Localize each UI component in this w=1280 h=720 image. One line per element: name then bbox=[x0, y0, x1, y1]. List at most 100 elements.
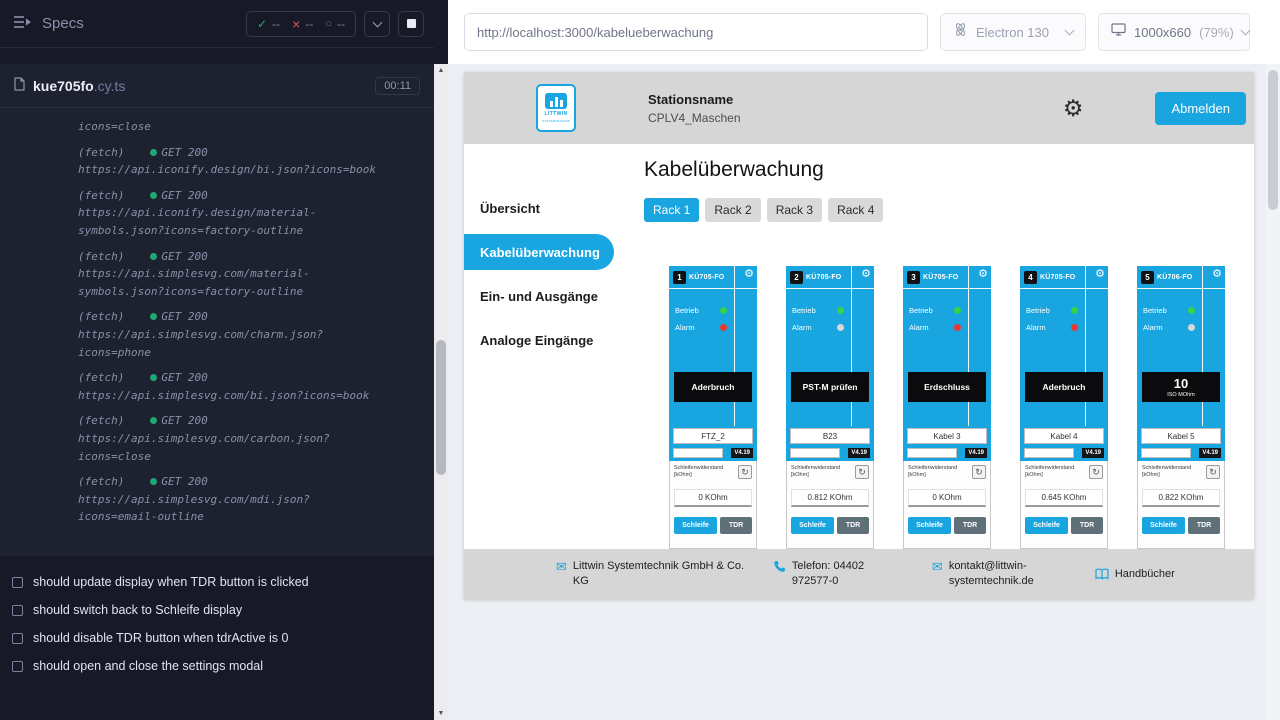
sidebar-item-kabelueberwachung[interactable]: Kabelüberwachung bbox=[464, 234, 614, 270]
device-settings-icon[interactable]: ⚙ bbox=[978, 269, 988, 280]
refresh-icon[interactable]: ↻ bbox=[1089, 465, 1103, 479]
alarm-label: Alarm bbox=[1143, 323, 1163, 332]
sidebar-item-analoge-eingaenge[interactable]: Analoge Eingänge bbox=[464, 318, 628, 362]
spec-file-row[interactable]: kue705fo.cy.ts 00:11 bbox=[0, 64, 434, 108]
schleife-button[interactable]: Schleife bbox=[1025, 517, 1068, 534]
betrieb-status-dot bbox=[954, 307, 961, 314]
schleife-button[interactable]: Schleife bbox=[908, 517, 951, 534]
refresh-icon[interactable]: ↻ bbox=[855, 465, 869, 479]
viewport-zoom: (79%) bbox=[1199, 25, 1234, 40]
scrollbar-track[interactable] bbox=[1266, 64, 1280, 720]
betrieb-label: Betrieb bbox=[792, 306, 816, 315]
device-display: 3 KÜ705-FO ⚙ Betrieb Alarm Erdschluss Ka… bbox=[903, 266, 991, 461]
refresh-icon[interactable]: ↻ bbox=[972, 465, 986, 479]
scroll-down-icon[interactable]: ▼ bbox=[434, 710, 448, 717]
device-settings-icon[interactable]: ⚙ bbox=[744, 269, 754, 280]
refresh-icon[interactable]: ↻ bbox=[1206, 465, 1220, 479]
device-settings-icon[interactable]: ⚙ bbox=[1095, 269, 1105, 280]
settings-gear-icon[interactable]: ⚙ bbox=[1063, 97, 1084, 120]
test-state-icon bbox=[12, 633, 23, 644]
device-settings-icon[interactable]: ⚙ bbox=[1212, 269, 1222, 280]
footer-company-link[interactable]: ✉ Littwin Systemtechnik GmbH & Co. KG bbox=[556, 559, 745, 589]
cable-name-field[interactable]: FTZ_2 bbox=[673, 428, 753, 444]
test-item[interactable]: should disable TDR button when tdrActive… bbox=[12, 624, 422, 652]
device-card: 5 KÜ706-FO ⚙ Betrieb Alarm 10 ISO MOhm K… bbox=[1137, 266, 1225, 549]
cable-name-field[interactable]: Kabel 3 bbox=[907, 428, 987, 444]
sidebar-item-uebersicht[interactable]: Übersicht bbox=[464, 186, 628, 230]
aut-viewport: LITTWIN SYSTEMTECHNIK Stationsname CPLV4… bbox=[448, 64, 1266, 720]
tdr-button[interactable]: TDR bbox=[1188, 517, 1220, 534]
betrieb-status-dot bbox=[720, 307, 727, 314]
alarm-status-dot bbox=[1188, 324, 1195, 331]
stop-button[interactable] bbox=[398, 11, 424, 37]
alarm-label: Alarm bbox=[675, 323, 695, 332]
alarm-label: Alarm bbox=[792, 323, 812, 332]
cable-name-field[interactable]: Kabel 5 bbox=[1141, 428, 1221, 444]
tab-rack-4[interactable]: Rack 4 bbox=[828, 198, 883, 222]
footer-manuals-link[interactable]: Handbücher bbox=[1095, 567, 1175, 582]
scrollbar-track[interactable]: ▲ ▼ bbox=[434, 64, 448, 720]
schleife-button[interactable]: Schleife bbox=[791, 517, 834, 534]
network-log-entry[interactable]: (fetch)GET 200 https://api.iconify.desig… bbox=[78, 187, 376, 240]
cable-name-field[interactable]: Kabel 4 bbox=[1024, 428, 1104, 444]
network-log-entry[interactable]: (fetch)GET 200 https://api.simplesvg.com… bbox=[78, 369, 376, 404]
test-item[interactable]: should switch back to Schleife display bbox=[12, 596, 422, 624]
device-settings-icon[interactable]: ⚙ bbox=[861, 269, 871, 280]
panel-scrollbar: ▲ ▼ bbox=[434, 0, 448, 720]
device-model-label: KÜ705-FO bbox=[1040, 274, 1075, 281]
tdr-button[interactable]: TDR bbox=[1071, 517, 1103, 534]
phone-icon bbox=[773, 560, 786, 573]
scrollbar-thumb[interactable] bbox=[436, 340, 446, 475]
network-log-entry[interactable]: (fetch)GET 200 https://api.simplesvg.com… bbox=[78, 473, 376, 526]
tdr-button[interactable]: TDR bbox=[837, 517, 869, 534]
tdr-button[interactable]: TDR bbox=[720, 517, 752, 534]
test-state-icon bbox=[12, 577, 23, 588]
cable-name-field[interactable]: B23 bbox=[790, 428, 870, 444]
network-log-entry[interactable]: (fetch)GET 200 https://api.simplesvg.com… bbox=[78, 248, 376, 301]
alarm-status-dot bbox=[720, 324, 727, 331]
blank-field bbox=[1024, 448, 1074, 458]
measurement-label: Schleifenwiderstand [kOhm] bbox=[674, 465, 730, 480]
success-dot-icon bbox=[150, 313, 157, 320]
device-display: 5 KÜ706-FO ⚙ Betrieb Alarm 10 ISO MOhm K… bbox=[1137, 266, 1225, 461]
logout-button[interactable]: Abmelden bbox=[1155, 92, 1246, 125]
blank-field bbox=[1141, 448, 1191, 458]
device-model-label: KÜ706-FO bbox=[1157, 274, 1192, 281]
footer-email-link[interactable]: ✉ kontakt@littwin-systemtechnik.de bbox=[932, 559, 1067, 589]
browser-toolbar: Electron 130 1000x660 (79%) bbox=[448, 0, 1280, 64]
device-status-display: Erdschluss bbox=[908, 372, 986, 402]
refresh-icon[interactable]: ↻ bbox=[738, 465, 752, 479]
tab-rack-2[interactable]: Rack 2 bbox=[705, 198, 760, 222]
specs-menu-icon[interactable] bbox=[14, 15, 32, 33]
device-status-display: Aderbruch bbox=[1025, 372, 1103, 402]
network-log-entry[interactable]: (fetch)GET 200 https://api.simplesvg.com… bbox=[78, 412, 376, 465]
tab-rack-3[interactable]: Rack 3 bbox=[767, 198, 822, 222]
scroll-up-icon[interactable]: ▲ bbox=[434, 67, 448, 74]
schleife-button[interactable]: Schleife bbox=[1142, 517, 1185, 534]
footer-phone-link[interactable]: Telefon: 04402 972577-0 bbox=[773, 559, 904, 589]
betrieb-label: Betrieb bbox=[675, 306, 699, 315]
blank-field bbox=[790, 448, 840, 458]
page-scrollbar bbox=[1266, 0, 1280, 720]
tab-rack-1[interactable]: Rack 1 bbox=[644, 198, 699, 222]
specs-label: Specs bbox=[42, 15, 84, 32]
scrollbar-thumb[interactable] bbox=[1268, 70, 1278, 210]
collapse-button[interactable] bbox=[364, 11, 390, 37]
viewport-select[interactable]: 1000x660 (79%) bbox=[1098, 13, 1250, 51]
device-display: 1 KÜ705-FO ⚙ Betrieb Alarm Aderbruch FTZ… bbox=[669, 266, 757, 461]
network-log-entry[interactable]: (fetch)GET 200 https://api.simplesvg.com… bbox=[78, 308, 376, 361]
log-url-tail[interactable]: icons=close bbox=[78, 118, 376, 136]
test-item[interactable]: should update display when TDR button is… bbox=[12, 568, 422, 596]
cypress-header: Specs ✓-- ×-- ○-- bbox=[0, 0, 434, 48]
sidebar-item-ein-und-ausgaenge[interactable]: Ein- und Ausgänge bbox=[464, 274, 628, 318]
test-state-icon bbox=[12, 661, 23, 672]
test-item[interactable]: should open and close the settings modal bbox=[12, 652, 422, 680]
url-input[interactable] bbox=[464, 13, 928, 51]
measurement-label: Schleifenwiderstand [kOhm] bbox=[1142, 465, 1198, 480]
schleife-button[interactable]: Schleife bbox=[674, 517, 717, 534]
device-card: 4 KÜ705-FO ⚙ Betrieb Alarm Aderbruch Kab… bbox=[1020, 266, 1108, 549]
network-log-list: icons=close (fetch)GET 200 https://api.i… bbox=[0, 108, 434, 526]
browser-select[interactable]: Electron 130 bbox=[940, 13, 1086, 51]
tdr-button[interactable]: TDR bbox=[954, 517, 986, 534]
network-log-entry[interactable]: (fetch)GET 200 https://api.iconify.desig… bbox=[78, 144, 376, 179]
